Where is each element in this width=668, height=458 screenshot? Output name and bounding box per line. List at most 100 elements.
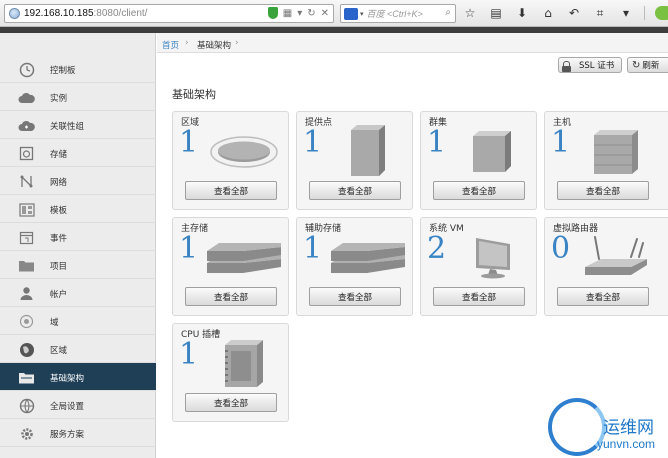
sidebar-item-domains[interactable]: 域 <box>0 307 156 335</box>
card-count: 1 <box>303 231 323 266</box>
cpu-icon <box>201 335 287 390</box>
search-engine-icon[interactable] <box>344 7 358 20</box>
address-bar[interactable]: 192.168.10.185 :8080/client/ ▦ ▾ ↻ ✕ <box>4 4 334 23</box>
stop-icon[interactable]: ✕ <box>321 8 329 19</box>
sidebar-item-affinity-groups[interactable]: 关联性组 <box>0 111 156 139</box>
sidebar-item-dashboard[interactable]: 控制板 <box>0 55 156 83</box>
reload-icon[interactable]: ↻ <box>307 8 315 19</box>
folder-icon <box>18 257 35 274</box>
sidebar-item-label: 事件 <box>50 234 68 244</box>
breadcrumb-home-link[interactable]: 首页 <box>162 39 179 51</box>
refresh-button-label: 刷新 <box>642 61 660 71</box>
toolbar-separator <box>644 6 645 20</box>
breadcrumb: 首页 › 基础架构 › <box>157 33 668 53</box>
url-path: :8080/client/ <box>93 8 148 19</box>
sidebar: 控制板 实例 关联性组 存储 网络 模板 事件 项目 帐户 域 区域 基础架构 … <box>0 33 156 458</box>
sidebar-item-projects[interactable]: 项目 <box>0 251 156 279</box>
cluster-icon <box>449 123 535 178</box>
dropdown-arrow-icon[interactable]: ▾ <box>297 8 302 19</box>
card-count: 0 <box>551 231 571 266</box>
sidebar-item-label: 区域 <box>50 346 68 356</box>
sidebar-item-service-offerings[interactable]: 服务方案 <box>0 419 156 447</box>
card-hosts: 主机 1 查看全部 <box>544 111 668 210</box>
breadcrumb-current: 基础架构 <box>197 41 232 51</box>
sidebar-item-label: 域 <box>50 318 59 328</box>
download-icon[interactable]: ⬇ <box>514 5 530 21</box>
card-count: 2 <box>427 231 447 266</box>
crop-icon[interactable]: ⌗ <box>592 5 608 21</box>
cloud-icon <box>18 89 35 106</box>
card-zones: 区域 1 查看全部 <box>172 111 289 210</box>
primary-storage-icon <box>201 229 287 284</box>
template-icon <box>18 201 35 218</box>
undo-icon[interactable]: ↶ <box>566 5 582 21</box>
view-all-button[interactable]: 查看全部 <box>309 287 401 306</box>
card-count: 1 <box>303 125 323 160</box>
sidebar-item-infrastructure[interactable]: 基础架构 <box>0 363 156 391</box>
card-count: 1 <box>179 125 199 160</box>
chat-icon[interactable] <box>655 6 668 20</box>
sidebar-item-label: 模板 <box>50 206 68 216</box>
infrastructure-icon <box>18 369 35 386</box>
network-icon <box>18 173 35 190</box>
sidebar-item-templates[interactable]: 模板 <box>0 195 156 223</box>
search-input[interactable]: ▾ 百度 <Ctrl+K> ⌕ <box>340 4 456 23</box>
ssl-certificate-button[interactable]: SSL 证书 <box>558 57 622 73</box>
sidebar-item-regions[interactable]: 区域 <box>0 335 156 363</box>
qr-icon[interactable]: ▦ <box>283 8 292 19</box>
url-host: 192.168.10.185 <box>24 8 94 19</box>
view-all-button[interactable]: 查看全部 <box>185 393 277 412</box>
search-placeholder: 百度 <Ctrl+K> <box>366 9 423 19</box>
view-all-button[interactable]: 查看全部 <box>557 181 649 200</box>
sidebar-item-label: 全局设置 <box>50 402 85 412</box>
card-cpu-sockets: CPU 插槽 1 查看全部 <box>172 323 289 422</box>
globe-icon <box>9 8 20 19</box>
card-system-vms: 系统 VM 2 查看全部 <box>420 217 537 316</box>
monitor-icon <box>449 229 535 284</box>
bookmark-star-icon[interactable]: ☆ <box>462 5 478 21</box>
sidebar-item-label: 帐户 <box>50 290 68 300</box>
sidebar-item-label: 控制板 <box>50 66 76 76</box>
view-all-button[interactable]: 查看全部 <box>557 287 649 306</box>
shield-icon[interactable] <box>267 7 278 19</box>
sidebar-item-events[interactable]: 事件 <box>0 223 156 251</box>
chevron-down-icon[interactable]: ▾ <box>618 5 634 21</box>
sidebar-item-label: 项目 <box>50 262 68 272</box>
view-all-button[interactable]: 查看全部 <box>433 181 525 200</box>
refresh-button[interactable]: ↻ 刷新 <box>627 57 668 73</box>
watermark-name: 运维网 <box>603 418 654 438</box>
view-all-button[interactable]: 查看全部 <box>185 287 277 306</box>
card-count: 1 <box>179 337 199 372</box>
search-icon[interactable]: ⌕ <box>445 7 451 18</box>
view-all-button[interactable]: 查看全部 <box>185 181 277 200</box>
card-virtual-routers: 虚拟路由器 0 查看全部 <box>544 217 668 316</box>
card-count: 1 <box>427 125 447 160</box>
breadcrumb-separator-icon: › <box>235 38 239 48</box>
sidebar-item-network[interactable]: 网络 <box>0 167 156 195</box>
gear-icon <box>18 425 35 442</box>
secondary-storage-icon <box>325 229 411 284</box>
reading-list-icon[interactable]: ▤ <box>488 5 504 21</box>
view-all-button[interactable]: 查看全部 <box>433 287 525 306</box>
card-pods: 提供点 1 查看全部 <box>296 111 413 210</box>
home-icon[interactable]: ⌂ <box>540 5 556 21</box>
card-count: 1 <box>179 231 199 266</box>
watermark-url: yunvn.com <box>597 437 656 451</box>
sidebar-item-storage[interactable]: 存储 <box>0 139 156 167</box>
storage-icon <box>18 145 35 162</box>
sidebar-item-instances[interactable]: 实例 <box>0 83 156 111</box>
domain-icon <box>18 313 35 330</box>
card-clusters: 群集 1 查看全部 <box>420 111 537 210</box>
view-all-button[interactable]: 查看全部 <box>309 181 401 200</box>
sidebar-item-label: 基础架构 <box>50 374 85 384</box>
sidebar-item-global-settings[interactable]: 全局设置 <box>0 391 156 419</box>
user-icon <box>18 285 35 302</box>
page-title: 基础架构 <box>172 88 216 101</box>
sidebar-item-label: 关联性组 <box>50 122 85 132</box>
sidebar-item-accounts[interactable]: 帐户 <box>0 279 156 307</box>
calendar-icon <box>18 229 35 246</box>
host-icon <box>573 123 659 178</box>
chevron-down-icon[interactable]: ▾ <box>360 10 364 18</box>
dashboard-icon <box>18 61 35 78</box>
cloud-group-icon <box>18 117 35 134</box>
